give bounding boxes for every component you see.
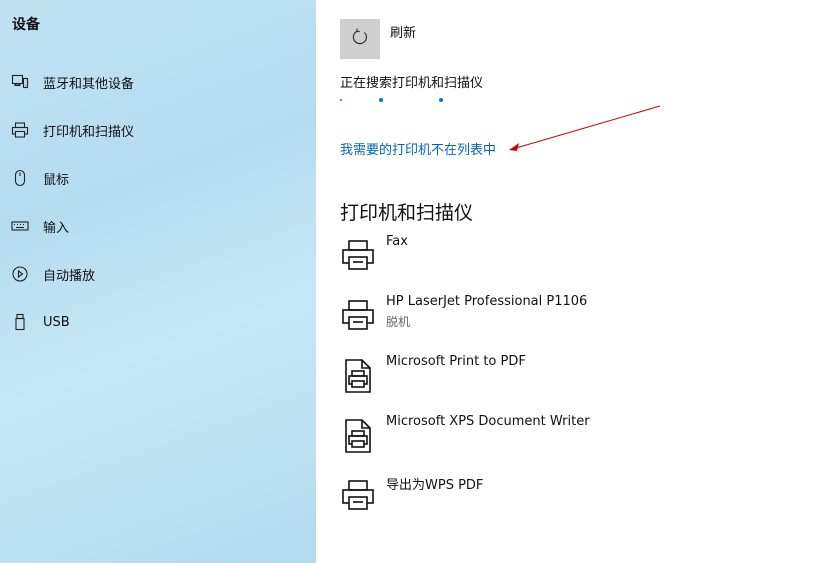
refresh-icon xyxy=(350,27,370,51)
printer-name: 导出为WPS PDF xyxy=(386,478,484,493)
settings-window: 设备 蓝牙和其他设备 打印机和扫描仪 鼠标 输入 自动播放 USB 刷新 正在搜… xyxy=(0,0,832,563)
usb-icon xyxy=(11,313,29,331)
sidebar-item-label: USB xyxy=(43,314,70,330)
document-printer-icon xyxy=(340,358,376,394)
printer-not-listed-link[interactable]: 我需要的打印机不在列表中 xyxy=(340,139,496,158)
sidebar-item-bluetooth[interactable]: 蓝牙和其他设备 xyxy=(0,62,316,102)
printer-icon xyxy=(340,298,376,334)
bluetooth-devices-icon xyxy=(11,73,29,91)
sidebar-item-label: 输入 xyxy=(43,220,70,236)
refresh-button[interactable] xyxy=(340,19,380,59)
sidebar-item-label: 蓝牙和其他设备 xyxy=(43,76,135,92)
sidebar-item-mouse[interactable]: 鼠标 xyxy=(0,158,316,198)
sidebar-item-autoplay[interactable]: 自动播放 xyxy=(0,254,316,294)
printer-name: Microsoft XPS Document Writer xyxy=(386,414,590,429)
printer-item-wps-pdf[interactable]: 导出为WPS PDF xyxy=(340,474,740,522)
keyboard-icon xyxy=(11,217,29,235)
printer-icon xyxy=(340,478,376,514)
sidebar: 设备 蓝牙和其他设备 打印机和扫描仪 鼠标 输入 自动播放 USB xyxy=(0,0,316,563)
main-panel: 刷新 正在搜索打印机和扫描仪 我需要的打印机不在列表中 打印机和扫描仪 Fax xyxy=(316,0,832,563)
sidebar-item-usb[interactable]: USB xyxy=(0,302,316,342)
sidebar-title: 设备 xyxy=(12,17,40,33)
printer-item-hp-laserjet[interactable]: HP LaserJet Professional P1106 脱机 xyxy=(340,294,740,342)
sidebar-item-label: 鼠标 xyxy=(43,172,70,188)
mouse-icon xyxy=(11,169,29,187)
printer-item-print-to-pdf[interactable]: Microsoft Print to PDF xyxy=(340,354,740,402)
refresh-label: 刷新 xyxy=(390,26,417,41)
progress-dot xyxy=(439,98,443,102)
printer-icon xyxy=(340,238,376,274)
sidebar-item-label: 打印机和扫描仪 xyxy=(43,124,135,140)
printer-name: HP LaserJet Professional P1106 xyxy=(386,294,588,309)
printer-name: Fax xyxy=(386,234,408,249)
printer-name: Microsoft Print to PDF xyxy=(386,354,526,369)
printers-section-title: 打印机和扫描仪 xyxy=(340,202,474,224)
printer-item-xps-writer[interactable]: Microsoft XPS Document Writer xyxy=(340,414,740,462)
printer-status: 脱机 xyxy=(386,315,411,329)
sidebar-item-printers[interactable]: 打印机和扫描仪 xyxy=(0,110,316,150)
printer-icon xyxy=(11,121,29,139)
searching-status: 正在搜索打印机和扫描仪 xyxy=(340,76,484,91)
printer-item-fax[interactable]: Fax xyxy=(340,234,740,282)
sidebar-item-label: 自动播放 xyxy=(43,268,96,284)
document-printer-icon xyxy=(340,418,376,454)
autoplay-icon xyxy=(11,265,29,283)
sidebar-item-typing[interactable]: 输入 xyxy=(0,206,316,246)
progress-dot xyxy=(379,98,383,102)
progress-dot xyxy=(340,99,342,101)
